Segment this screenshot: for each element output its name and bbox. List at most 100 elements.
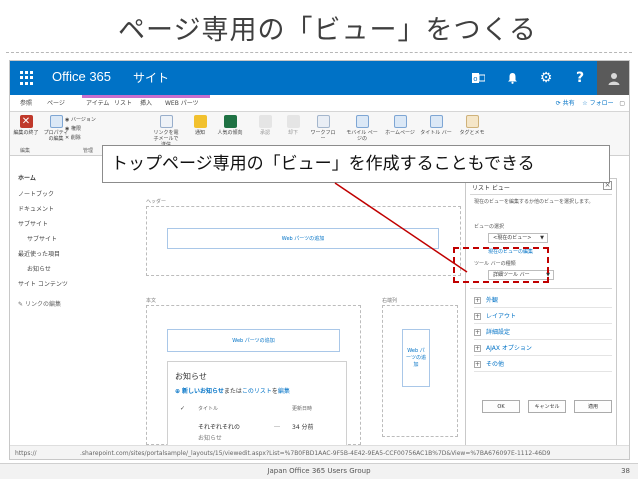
title-bar-icon — [429, 115, 443, 128]
edit-links-button[interactable]: ✎ リンクの編集 — [18, 299, 61, 308]
new-announcement-link[interactable]: ⊕ 新しいお知らせまたはこのリストを編集 — [175, 386, 290, 395]
slide-title: ページ専用の「ビュー」をつくる — [118, 15, 537, 46]
row-title[interactable]: それぞれそれの — [198, 422, 240, 431]
reject-button[interactable]: 却下 — [279, 115, 307, 136]
tab-list[interactable]: リスト — [114, 98, 132, 107]
edit-end-button[interactable]: ✕ 編集の終了 — [12, 115, 40, 136]
app-launcher-icon[interactable] — [10, 61, 44, 95]
pencil-icon: ✎ — [18, 301, 24, 308]
footer-text: Japan Office 365 Users Group — [267, 467, 371, 475]
plus-icon: ⊕ — [175, 388, 181, 395]
reject-icon — [286, 115, 300, 128]
outlook-icon[interactable]: o — [461, 61, 495, 95]
view-select-dropdown[interactable]: <現在のビュー> ▼ — [488, 233, 548, 243]
status-bar: https:// .sharepoint.com/sites/portalsam… — [10, 445, 629, 459]
version-button[interactable]: ◉ バージョン — [65, 116, 96, 123]
tool-pane: リスト ビュー × 現在のビューを編集するか他のビューを選択します。 ビューの選… — [465, 178, 617, 459]
nav-item-announcements[interactable]: お知らせ — [27, 264, 51, 273]
svg-text:o: o — [473, 75, 477, 83]
nav-item-subsite-child[interactable]: サブサイト — [27, 234, 57, 243]
row-title-second[interactable]: お知らせ — [198, 433, 222, 442]
section-appearance[interactable]: + 外観 — [474, 295, 612, 308]
suite-bar: Office 365 サイト o ⚙ ? — [10, 61, 629, 95]
nav-item-site-contents[interactable]: サイト コンテンツ — [18, 279, 68, 288]
section-layout[interactable]: + レイアウト — [474, 311, 612, 324]
site-link[interactable]: サイト — [133, 69, 169, 86]
approve-button[interactable]: 承認 — [251, 115, 279, 136]
page-actions: ⟳ 共有 ☆ フォロー ▢ — [556, 98, 625, 107]
title-divider — [6, 52, 632, 53]
tags-notes-button[interactable]: タグとメモ — [458, 115, 486, 136]
share-link[interactable]: ⟳ 共有 — [556, 100, 575, 107]
status-url: .sharepoint.com/sites/portalsample/_layo… — [80, 450, 551, 457]
slide-footer: Japan Office 365 Users Group 38 — [0, 463, 638, 479]
tab-insert[interactable]: 挿入 — [140, 98, 152, 107]
webpart-title: お知らせ — [175, 372, 207, 381]
row-modified: 34 分前 — [292, 424, 314, 431]
right-add-webpart-button[interactable]: Web パーツの追加 — [402, 329, 430, 387]
section-advanced[interactable]: + 詳細設定 — [474, 327, 612, 340]
excel-icon — [223, 115, 237, 128]
permissions-button[interactable]: ◉ 権限 — [65, 125, 81, 132]
nav-item-recent[interactable]: 最近使った項目 — [18, 249, 60, 258]
section-ajax-options[interactable]: + AJAX オプション — [474, 343, 612, 356]
gear-icon[interactable]: ⚙ — [529, 61, 563, 95]
focus-icon[interactable]: ▢ — [619, 100, 625, 107]
select-all-checkmark-icon[interactable]: ✓ — [180, 405, 185, 412]
brand-logo[interactable]: Office 365 — [52, 69, 111, 84]
header-zone-label: ヘッダー — [146, 199, 167, 205]
body-add-webpart-button[interactable]: Web パーツの追加 — [167, 329, 340, 352]
announcements-webpart: お知らせ ⊕ 新しいお知らせまたはこのリストを編集 ✓ タイトル 更新日時 それ… — [167, 361, 347, 451]
homepage-button[interactable]: ホームページ — [384, 115, 416, 136]
avatar[interactable] — [597, 61, 629, 95]
expand-icon: + — [474, 329, 481, 336]
email-link-button[interactable]: リンクを電子メールで送信 — [152, 115, 180, 148]
right-zone-label: 右端列 — [382, 298, 398, 304]
tool-pane-title: リスト ビュー — [472, 185, 510, 192]
suite-icons: o ⚙ ? — [461, 61, 629, 95]
expand-icon: + — [474, 313, 481, 320]
view-select-label: ビューの選択 — [474, 224, 505, 230]
approve-icon — [258, 115, 272, 128]
page-number: 38 — [621, 467, 630, 475]
row-menu-ellipsis[interactable]: … — [274, 422, 280, 429]
nav-item-home[interactable]: ホーム — [18, 173, 36, 182]
expand-icon: + — [474, 297, 481, 304]
nav-item-documents[interactable]: ドキュメント — [18, 204, 54, 213]
mobile-icon — [355, 115, 369, 128]
nav-item-subsites[interactable]: サブサイト — [18, 219, 48, 228]
status-url-prefix: https:// — [15, 450, 37, 457]
group-label-manage: 管理 — [83, 148, 94, 154]
workflow-button[interactable]: ワークフロー — [309, 115, 337, 142]
header-add-webpart-button[interactable]: Web パーツの追加 — [167, 228, 439, 249]
group-label-edit: 編集 — [20, 148, 31, 154]
tab-items[interactable]: アイテム — [86, 98, 109, 107]
close-icon: ✕ — [19, 115, 33, 128]
follow-link[interactable]: ☆ フォロー — [582, 100, 613, 107]
view-selection-highlight — [453, 247, 549, 283]
tool-pane-description: 現在のビューを編集するか他のビューを選択します。 — [474, 199, 594, 205]
bell-icon[interactable] — [495, 61, 529, 95]
tool-pane-divider-2 — [470, 288, 612, 289]
delete-button[interactable]: ✕ 削除 — [65, 134, 81, 141]
column-header-title[interactable]: タイトル — [198, 405, 218, 412]
mobile-page-button[interactable]: モバイル ページの — [344, 115, 380, 142]
link-icon — [159, 115, 173, 128]
properties-icon — [49, 115, 63, 128]
ribbon-tabs: 参照 ページ アイテム リスト 挿入 WEB パーツ ⟳ 共有 ☆ フォロー ▢ — [10, 95, 629, 112]
nav-item-notebook[interactable]: ノートブック — [18, 189, 54, 198]
cancel-button[interactable]: キャンセル — [528, 400, 566, 413]
section-miscellaneous[interactable]: + その他 — [474, 359, 612, 372]
help-icon[interactable]: ? — [563, 61, 597, 95]
tags-icon — [465, 115, 479, 128]
popularity-button[interactable]: 人気の傾向 — [216, 115, 244, 136]
tab-page[interactable]: ページ — [47, 98, 65, 107]
apply-button[interactable]: 適用 — [574, 400, 612, 413]
tab-browse[interactable]: 参照 — [20, 98, 32, 107]
expand-icon: + — [474, 361, 481, 368]
alert-button[interactable]: 通知 — [186, 115, 214, 136]
column-header-modified[interactable]: 更新日時 — [292, 405, 312, 412]
ok-button[interactable]: OK — [482, 400, 520, 413]
title-bar-button[interactable]: タイトル バー — [420, 115, 452, 136]
tab-web-parts[interactable]: WEB パーツ — [165, 98, 199, 107]
